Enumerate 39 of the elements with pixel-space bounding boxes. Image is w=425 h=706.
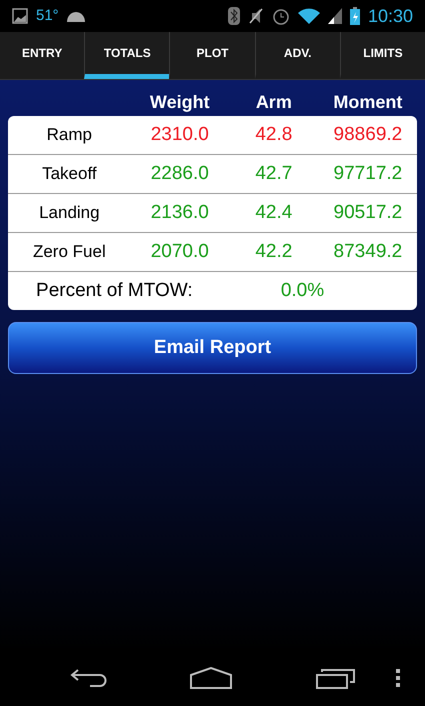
wifi-icon	[298, 8, 320, 24]
table-cell-text: 42.8	[254, 122, 294, 147]
tab[interactable]: LIMITS	[340, 32, 425, 79]
table-cell-text: 87349.2	[332, 240, 404, 264]
table-cell-text: 2286.0	[150, 162, 210, 186]
overflow-menu-icon[interactable]	[396, 669, 400, 687]
column-header: Moment	[332, 90, 404, 114]
row-label: Takeoff	[41, 163, 98, 186]
table-cell-text: 42.7	[254, 162, 294, 186]
table-cell-text: 2136.0	[150, 200, 210, 225]
recent-apps-icon[interactable]	[316, 667, 356, 689]
column-header: Arm	[254, 90, 293, 114]
row-label: Landing	[38, 202, 101, 224]
clock: 10:30	[368, 4, 413, 28]
tab[interactable]: ENTRY	[0, 32, 84, 79]
bluetooth-icon	[228, 7, 240, 25]
mute-icon	[248, 7, 264, 25]
percent-label: Percent of MTOW:	[35, 278, 194, 303]
temperature: 51°	[36, 6, 59, 26]
percent-value: 0.0%	[280, 278, 326, 303]
table-cell-text: 2070.0	[150, 240, 210, 264]
table-cell-text: 98869.2	[332, 122, 404, 147]
table-cell-text: 90517.2	[332, 200, 404, 225]
table-cell-text: 97717.2	[332, 162, 404, 186]
row-label: Zero Fuel	[32, 241, 107, 264]
home-icon[interactable]	[190, 667, 232, 689]
column-header: Weight	[148, 90, 211, 114]
image-icon	[12, 8, 28, 24]
tab[interactable]: PLOT	[169, 32, 255, 79]
back-icon[interactable]	[70, 667, 108, 689]
email-report-button[interactable]: Email Report	[8, 322, 417, 374]
table-cell-text: 42.2	[254, 240, 294, 264]
battery-icon	[350, 7, 360, 25]
table-cell-text: 2310.0	[150, 122, 210, 147]
table-cell-text: 42.4	[254, 200, 294, 225]
signal-icon	[328, 8, 342, 24]
tab[interactable]: ADV.	[254, 32, 340, 79]
alarm-icon	[272, 7, 290, 25]
row-label: Ramp	[46, 124, 94, 146]
